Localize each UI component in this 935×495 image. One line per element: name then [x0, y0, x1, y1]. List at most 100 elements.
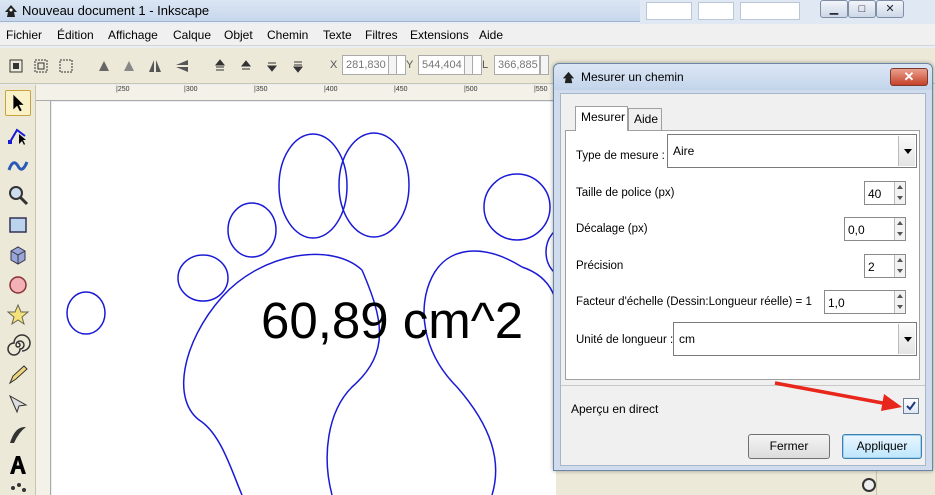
length-unit-select[interactable]: cm: [673, 322, 917, 356]
select-all-layers-icon[interactable]: [33, 58, 49, 74]
deselect-icon[interactable]: [58, 58, 74, 74]
pencil-tool-icon[interactable]: [5, 362, 31, 388]
dialog-close-button[interactable]: ✕: [890, 68, 928, 86]
window-title: Nouveau document 1 - Inkscape: [22, 3, 210, 18]
text-tool-icon[interactable]: [5, 452, 31, 478]
window-titlebar: Nouveau document 1 - Inkscape: [0, 0, 640, 22]
lower-to-bottom-icon[interactable]: [290, 58, 306, 74]
node-tool-icon[interactable]: [5, 122, 31, 148]
precision-label: Précision: [576, 260, 624, 272]
ruler-label: |450: [394, 86, 408, 93]
l-label: L: [482, 59, 489, 71]
dialog-title: Mesurer un chemin: [581, 70, 684, 84]
x-spinner[interactable]: [388, 55, 397, 75]
rectangle-tool-icon[interactable]: [5, 212, 31, 238]
toe-shape: [66, 291, 106, 335]
background-thumbnail: [740, 2, 800, 20]
raise-icon[interactable]: [238, 58, 254, 74]
toe-shape: [278, 133, 348, 239]
menu-objet[interactable]: Objet: [224, 28, 253, 42]
inkscape-logo-icon: [5, 5, 17, 17]
select-all-icon[interactable]: [8, 58, 24, 74]
close-button[interactable]: Fermer: [748, 434, 830, 459]
length-unit-value: cm: [679, 332, 695, 346]
tweak-tool-icon[interactable]: [5, 152, 31, 178]
window-close-button[interactable]: ✕: [876, 0, 904, 18]
raise-to-top-icon[interactable]: [212, 58, 228, 74]
right-foot-outline: [521, 266, 556, 332]
star-tool-icon[interactable]: [5, 302, 31, 328]
precision-value: 2: [868, 260, 875, 274]
toe-shape: [227, 202, 277, 258]
toe-shape: [483, 173, 551, 241]
zoom-fit-icon[interactable]: [860, 476, 882, 495]
menu-bar: Fichier Édition Affichage Calque Objet C…: [0, 24, 935, 46]
menu-extensions[interactable]: Extensions: [410, 28, 469, 42]
right-foot-outline: [423, 250, 523, 495]
l-spinner[interactable]: [540, 55, 549, 75]
chevron-down-icon[interactable]: [898, 324, 915, 354]
scale-factor-spinner[interactable]: 1,0: [824, 290, 906, 314]
font-size-value: 40: [868, 187, 882, 201]
flip-vertical-icon[interactable]: [174, 58, 190, 74]
spiral-tool-icon[interactable]: [5, 332, 31, 358]
font-size-spinner[interactable]: 40: [864, 181, 906, 205]
length-unit-label: Unité de longueur :: [576, 334, 674, 346]
ruler-label: |550: [534, 86, 548, 93]
menu-fichier[interactable]: Fichier: [6, 28, 42, 42]
live-preview-checkbox[interactable]: [903, 398, 919, 414]
dialog-titlebar: Mesurer un chemin ✕: [554, 64, 932, 90]
spinner-arrows-icon[interactable]: [894, 218, 905, 240]
y-spinner[interactable]: [464, 55, 473, 75]
spray-tool-icon[interactable]: [5, 480, 31, 495]
ellipse-tool-icon[interactable]: [5, 272, 31, 298]
scale-factor-label: Facteur d'échelle (Dessin:Longueur réell…: [576, 296, 812, 308]
menu-calque[interactable]: Calque: [173, 28, 211, 42]
l-field[interactable]: 366,885: [494, 55, 540, 75]
spinner-arrows-icon[interactable]: [894, 291, 905, 313]
rotate-ccw-icon[interactable]: [96, 58, 112, 74]
pen-tool-icon[interactable]: [5, 392, 31, 418]
minimize-button[interactable]: ▁: [820, 0, 848, 18]
tab-mesurer[interactable]: Mesurer: [575, 106, 628, 131]
menu-aide[interactable]: Aide: [479, 28, 503, 42]
measure-tab-panel: Type de mesure : Aire Taille de police (…: [565, 130, 920, 380]
menu-affichage[interactable]: Affichage: [108, 28, 158, 42]
drawing-canvas[interactable]: 60,89 cm^2: [52, 102, 556, 495]
lower-icon[interactable]: [264, 58, 280, 74]
ruler-label: |300: [184, 86, 198, 93]
apply-button[interactable]: Appliquer: [842, 434, 922, 459]
background-thumbnail: [698, 2, 734, 20]
menu-texte[interactable]: Texte: [323, 28, 352, 42]
calligraphy-tool-icon[interactable]: [5, 422, 31, 448]
background-thumbnail: [646, 2, 692, 20]
zoom-tool-icon[interactable]: [5, 182, 31, 208]
ruler-label: |350: [254, 86, 268, 93]
selector-tool-icon[interactable]: [5, 90, 31, 116]
spinner-arrows-icon[interactable]: [894, 255, 905, 277]
maximize-button[interactable]: □: [848, 0, 876, 18]
3d-box-tool-icon[interactable]: [5, 242, 31, 268]
toolbox: [0, 85, 36, 495]
measure-type-value: Aire: [673, 144, 695, 158]
spinner-arrows-icon[interactable]: [894, 182, 905, 204]
tab-aide[interactable]: Aide: [628, 108, 662, 130]
chevron-down-icon[interactable]: [898, 136, 915, 166]
ruler-label: |500: [464, 86, 478, 93]
ruler-label: |400: [324, 86, 338, 93]
checkmark-icon: [906, 401, 916, 411]
menu-edition[interactable]: Édition: [57, 28, 94, 42]
rotate-cw-icon[interactable]: [121, 58, 137, 74]
flip-horizontal-icon[interactable]: [147, 58, 163, 74]
precision-spinner[interactable]: 2: [864, 254, 906, 278]
measurement-result-text[interactable]: 60,89 cm^2: [261, 291, 523, 350]
menu-chemin[interactable]: Chemin: [267, 28, 308, 42]
annotation-arrow-icon: [774, 381, 902, 411]
offset-spinner[interactable]: 0,0: [844, 217, 906, 241]
menu-filtres[interactable]: Filtres: [365, 28, 398, 42]
vertical-ruler: [36, 101, 51, 495]
measure-type-label: Type de mesure :: [576, 150, 665, 162]
toe-shape: [177, 254, 229, 302]
scale-factor-value: 1,0: [828, 296, 845, 310]
measure-type-select[interactable]: Aire: [667, 134, 917, 168]
